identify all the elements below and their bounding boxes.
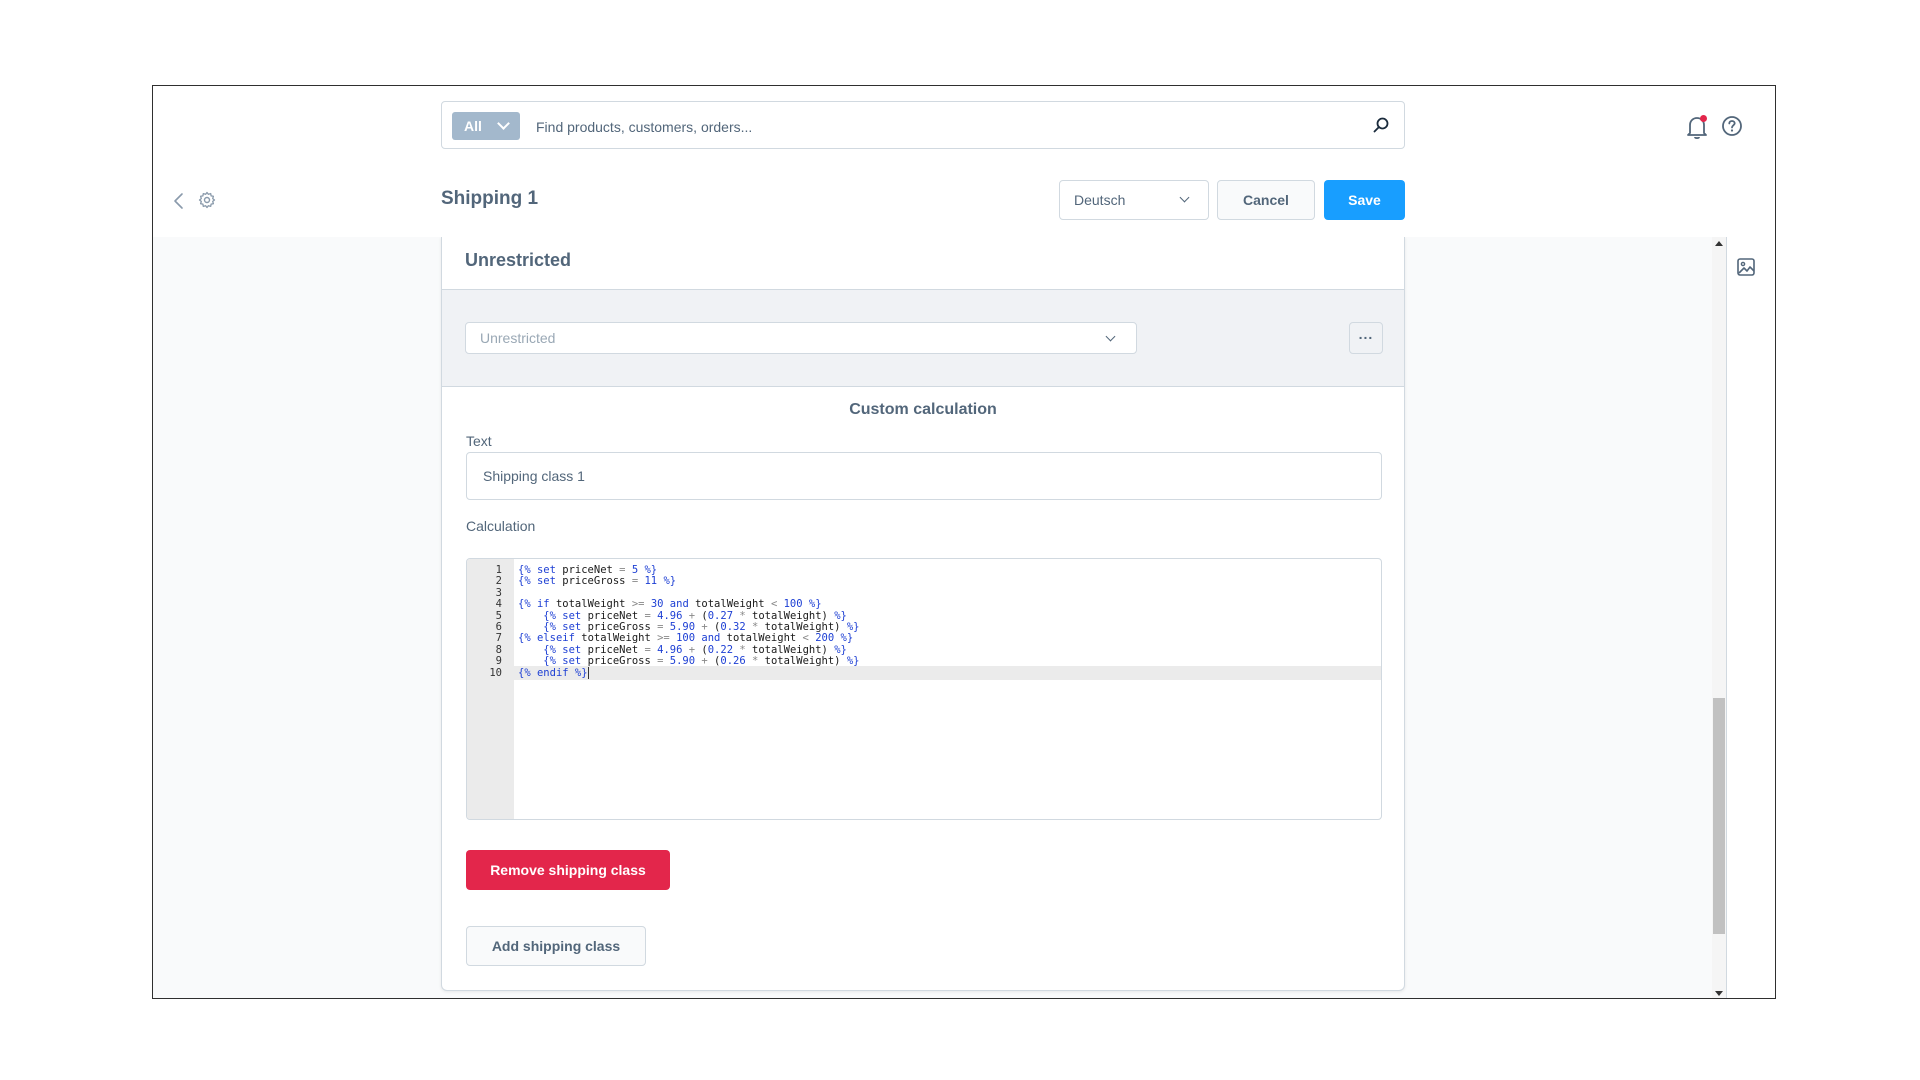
page-title: Shipping 1 [441,188,539,209]
chevron-down-icon [1179,192,1190,203]
rule-selection-band: Unrestricted ... [442,289,1404,387]
bell-icon[interactable] [1685,114,1709,140]
calculation-field-label: Calculation [466,518,536,534]
search-type-dropdown[interactable]: All [452,112,520,140]
chevron-down-icon [497,117,510,130]
right-sidebar [1726,237,1775,998]
save-button[interactable]: Save [1324,180,1405,220]
content-area: Unrestricted Unrestricted ... Custom cal… [153,237,1775,998]
code-line[interactable]: 10 {% endif %} [467,665,1381,680]
availability-rule-select[interactable]: Unrestricted [465,322,1137,354]
global-search: All [441,101,1405,149]
image-icon[interactable] [1736,257,1756,277]
top-bar: All [153,86,1775,167]
more-options-button[interactable]: ... [1349,322,1383,354]
add-shipping-class-button[interactable]: Add shipping class [466,926,646,966]
custom-calculation-title: Custom calculation [849,401,997,418]
line-number: 10 [489,666,502,679]
shipping-price-card: Unrestricted Unrestricted ... Custom cal… [441,237,1405,991]
scrollbar[interactable] [1712,237,1726,998]
card-title: Unrestricted [465,250,572,270]
search-icon[interactable] [1372,116,1390,134]
code-text: {% endif %} [518,666,589,679]
help-icon[interactable] [1721,115,1743,137]
scroll-up-arrow-icon[interactable] [1715,241,1723,246]
scrollbar-thumb[interactable] [1713,698,1725,934]
rule-select-value: Unrestricted [480,330,556,346]
cancel-button[interactable]: Cancel [1217,180,1315,220]
app-window: All Shipping 1 [152,85,1776,999]
language-select-value: Deutsch [1074,192,1126,208]
search-type-label: All [464,118,482,134]
language-select[interactable]: Deutsch [1059,180,1209,220]
remove-shipping-class-button[interactable]: Remove shipping class [466,850,670,890]
gear-icon[interactable] [198,191,216,209]
chevron-down-icon [1105,331,1116,342]
action-bar: Shipping 1 Deutsch Cancel Save [153,166,1775,238]
chevron-left-icon[interactable] [171,192,187,210]
search-input[interactable] [534,112,1338,142]
text-field-label: Text [466,433,492,449]
scroll-down-arrow-icon[interactable] [1715,991,1723,996]
calculation-code-editor[interactable]: 1 {% set priceNet = 5 %} 2 {% set priceGros… [466,558,1382,820]
text-field[interactable] [466,452,1382,500]
